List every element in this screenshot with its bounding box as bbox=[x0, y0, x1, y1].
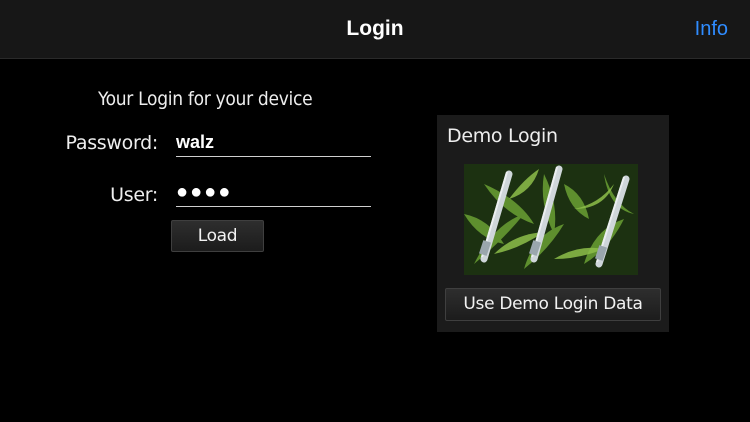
plant-sensor-illustration bbox=[464, 164, 638, 275]
use-demo-login-button[interactable]: Use Demo Login Data bbox=[445, 288, 661, 321]
password-label: Password: bbox=[65, 132, 159, 154]
login-heading: Your Login for your device bbox=[98, 88, 313, 110]
load-button[interactable]: Load bbox=[171, 220, 264, 252]
user-label: User: bbox=[110, 184, 158, 206]
user-field[interactable] bbox=[176, 180, 371, 204]
demo-login-panel: Demo Login Use Demo Login Data bbox=[437, 115, 669, 332]
demo-login-title: Demo Login bbox=[447, 125, 558, 147]
page-title: Login bbox=[346, 17, 404, 40]
password-field[interactable] bbox=[176, 130, 371, 154]
plant-sensor-photo bbox=[464, 164, 638, 275]
info-button[interactable]: Info bbox=[695, 0, 728, 58]
navigation-bar: Login Info bbox=[0, 0, 750, 59]
password-field-container bbox=[176, 130, 371, 157]
user-field-container bbox=[176, 180, 371, 207]
